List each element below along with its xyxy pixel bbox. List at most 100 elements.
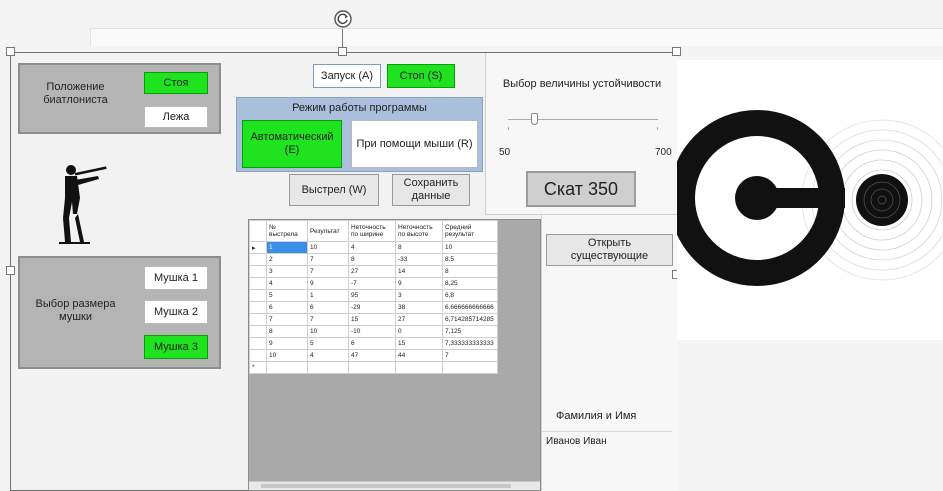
table-cell[interactable]: 9: [266, 337, 308, 350]
table-cell[interactable]: 3: [266, 265, 308, 278]
table-cell[interactable]: 4: [307, 349, 349, 362]
row-header[interactable]: ▸: [249, 241, 267, 254]
table-row[interactable]: 2 7 8 -33 8.5: [249, 253, 498, 266]
table-cell[interactable]: 15: [348, 313, 396, 326]
table-row[interactable]: 4 9 -7 9 8,25: [249, 277, 498, 290]
sight-2-button[interactable]: Мушка 2: [144, 300, 208, 324]
row-header[interactable]: [249, 265, 267, 278]
table-row[interactable]: 7 7 15 27 6,714285714285: [249, 313, 498, 326]
horizontal-scrollbar[interactable]: [249, 481, 540, 490]
start-button[interactable]: Запуск (A): [313, 64, 381, 88]
row-header[interactable]: [249, 253, 267, 266]
table-cell[interactable]: 7: [266, 313, 308, 326]
table-cell[interactable]: -29: [348, 301, 396, 314]
table-cell[interactable]: -7: [348, 277, 396, 290]
table-row[interactable]: 10 4 47 44 7: [249, 349, 498, 362]
save-data-button[interactable]: Сохранить данные: [392, 174, 470, 206]
table-cell[interactable]: 7: [307, 253, 349, 266]
table-cell[interactable]: 7: [307, 265, 349, 278]
row-header[interactable]: [249, 325, 267, 338]
column-header[interactable]: Неточность по высоте: [395, 220, 443, 242]
resize-handle-top-center[interactable]: [338, 47, 347, 56]
table-cell[interactable]: 7: [307, 313, 349, 326]
table-cell[interactable]: -33: [395, 253, 443, 266]
table-cell[interactable]: 7: [442, 349, 498, 362]
table-cell[interactable]: 3: [395, 289, 443, 302]
table-cell[interactable]: 8: [442, 265, 498, 278]
row-header[interactable]: [249, 277, 267, 290]
resize-handle-top-right[interactable]: [672, 47, 681, 56]
table-cell[interactable]: 1: [266, 241, 308, 254]
auto-mode-button[interactable]: Автоматический (E): [242, 120, 342, 168]
table-cell[interactable]: [395, 361, 443, 374]
table-row[interactable]: 8 10 -10 0 7,125: [249, 325, 498, 338]
table-cell[interactable]: 8,25: [442, 277, 498, 290]
table-cell[interactable]: 9: [307, 277, 349, 290]
row-header[interactable]: [249, 313, 267, 326]
table-cell[interactable]: 8: [395, 241, 443, 254]
open-existing-button[interactable]: Открыть существующие: [546, 234, 673, 266]
table-cell[interactable]: 6: [348, 337, 396, 350]
table-cell[interactable]: 95: [348, 289, 396, 302]
table-cell[interactable]: 44: [395, 349, 443, 362]
row-header[interactable]: *: [249, 361, 267, 374]
table-cell[interactable]: 7,333333333333: [442, 337, 498, 350]
table-cell[interactable]: 4: [348, 241, 396, 254]
resize-handle-top-left[interactable]: [6, 47, 15, 56]
table-cell[interactable]: 27: [395, 313, 443, 326]
table-cell[interactable]: -10: [348, 325, 396, 338]
column-header[interactable]: Средний результат: [442, 220, 498, 242]
results-grid[interactable]: № выстрела Результат Неточность по ширин…: [248, 219, 541, 491]
table-cell[interactable]: 8: [348, 253, 396, 266]
table-cell[interactable]: 10: [307, 241, 349, 254]
resize-handle-middle-left[interactable]: [6, 266, 15, 275]
table-cell[interactable]: 8.5: [442, 253, 498, 266]
table-cell[interactable]: 10: [266, 349, 308, 362]
table-cell[interactable]: 27: [348, 265, 396, 278]
shot-button[interactable]: Выстрел (W): [289, 174, 379, 206]
table-cell[interactable]: 6: [266, 301, 308, 314]
stand-button[interactable]: Стоя: [144, 72, 208, 94]
table-cell[interactable]: 10: [442, 241, 498, 254]
table-cell[interactable]: 6,666666666666: [442, 301, 498, 314]
stop-button[interactable]: Стоп (S): [387, 64, 455, 88]
table-cell[interactable]: 6: [307, 301, 349, 314]
prone-button[interactable]: Лежа: [144, 106, 208, 128]
column-header[interactable]: № выстрела: [266, 220, 308, 242]
table-cell[interactable]: 1: [307, 289, 349, 302]
table-row[interactable]: 6 6 -29 38 6,666666666666: [249, 301, 498, 314]
rotate-icon[interactable]: [333, 9, 353, 29]
sight-3-button[interactable]: Мушка 3: [144, 335, 208, 359]
table-cell[interactable]: 6,714285714285: [442, 313, 498, 326]
table-cell[interactable]: [307, 361, 349, 374]
column-header[interactable]: Неточность по ширине: [348, 220, 396, 242]
table-cell[interactable]: 6,8: [442, 289, 498, 302]
table-cell[interactable]: 0: [395, 325, 443, 338]
scrollbar-thumb[interactable]: [261, 484, 511, 488]
row-header[interactable]: [249, 349, 267, 362]
table-cell[interactable]: [348, 361, 396, 374]
table-cell[interactable]: 15: [395, 337, 443, 350]
row-header[interactable]: [249, 337, 267, 350]
table-cell[interactable]: 4: [266, 277, 308, 290]
table-row[interactable]: 3 7 27 14 8: [249, 265, 498, 278]
table-cell[interactable]: 38: [395, 301, 443, 314]
table-cell[interactable]: 7,125: [442, 325, 498, 338]
table-cell[interactable]: 47: [348, 349, 396, 362]
table-cell[interactable]: 5: [307, 337, 349, 350]
table-cell[interactable]: [442, 361, 498, 374]
new-row[interactable]: *: [249, 361, 498, 374]
table-cell[interactable]: 8: [266, 325, 308, 338]
table-cell[interactable]: 10: [307, 325, 349, 338]
sight-1-button[interactable]: Мушка 1: [144, 266, 208, 290]
row-header[interactable]: [249, 301, 267, 314]
table-cell[interactable]: 5: [266, 289, 308, 302]
mouse-mode-button[interactable]: При помощи мыши (R): [351, 120, 478, 168]
table-cell[interactable]: 14: [395, 265, 443, 278]
table-cell[interactable]: [266, 361, 308, 374]
table-row[interactable]: 9 5 6 15 7,333333333333: [249, 337, 498, 350]
table-cell[interactable]: 9: [395, 277, 443, 290]
column-header[interactable]: Результат: [307, 220, 349, 242]
stability-slider-thumb[interactable]: [530, 113, 538, 125]
table-row[interactable]: 5 1 95 3 6,8: [249, 289, 498, 302]
